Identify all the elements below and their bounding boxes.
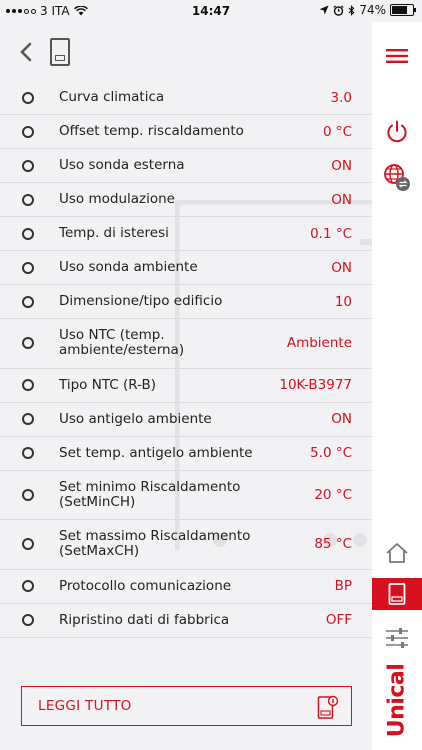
setting-label: Curva climatica (59, 89, 165, 105)
setting-label: Uso sonda esterna (59, 157, 185, 173)
radio-indicator[interactable] (22, 614, 34, 626)
chevron-left-icon (20, 42, 32, 62)
setting-row[interactable]: Set minimo Riscaldamento (SetMinCH) 20 °C (0, 471, 372, 520)
read-all-label: LEGGI TUTTO (38, 698, 132, 714)
setting-label: Temp. di isteresi (59, 225, 169, 241)
battery-icon (390, 4, 416, 16)
setting-row[interactable]: Protocollo comunicazione BP (0, 570, 372, 604)
setting-value: ON (331, 157, 352, 174)
setting-label: Uso antigelo ambiente (59, 410, 212, 427)
setting-row[interactable]: Dimensione/tipo edificio 10 (0, 285, 372, 319)
setting-value: 20 °C (314, 486, 352, 503)
setting-row[interactable]: Offset temp. riscaldamento 0 °C (0, 115, 372, 149)
setting-label: Set minimo Riscaldamento (SetMinCH) (59, 478, 241, 510)
main-panel: Curva climatica 3.0 Offset temp. riscaldam… (0, 22, 372, 750)
menu-button[interactable] (372, 44, 422, 68)
radio-indicator[interactable] (22, 413, 34, 425)
setting-row[interactable]: Uso sonda esterna ON (0, 149, 372, 183)
radio-indicator[interactable] (22, 488, 34, 501)
brand-logo: Unical (372, 660, 422, 740)
location-arrow-icon (319, 5, 329, 15)
status-bar: 3 ITA 14:47 74% (0, 0, 422, 22)
setting-row[interactable]: Tipo NTC (R-B) 10K-B3977 (0, 369, 372, 403)
radio-indicator[interactable] (22, 91, 34, 104)
setting-label: Uso sonda ambiente (59, 259, 198, 275)
radio-indicator[interactable] (22, 261, 34, 274)
back-button[interactable] (14, 38, 38, 66)
setting-value: 0 °C (322, 123, 352, 140)
sliders-icon (386, 628, 408, 648)
hamburger-menu-icon (386, 49, 408, 63)
brand-logo-text: Unical (384, 663, 410, 737)
battery-percent: 74% (359, 3, 386, 17)
setting-value: 10 (334, 293, 352, 310)
alarm-clock-icon (333, 4, 344, 16)
radio-indicator[interactable] (22, 538, 34, 551)
setting-label: Uso modulazione (59, 191, 175, 207)
setting-value: 3.0 (330, 89, 352, 106)
header (0, 22, 372, 82)
setting-label: Tipo NTC (R-B) (59, 376, 156, 393)
setting-value: Ambiente (286, 335, 352, 352)
setting-row[interactable]: Temp. di isteresi 0.1 °C (0, 217, 372, 251)
radio-indicator[interactable] (22, 159, 34, 172)
power-button[interactable] (372, 118, 422, 146)
settings-list: Curva climatica 3.0 Offset temp. riscaldam… (0, 81, 372, 638)
setting-label: Set temp. antigelo ambiente (59, 444, 253, 461)
setting-label: Ripristino dati di fabbrica (59, 611, 230, 628)
radio-indicator[interactable] (22, 337, 34, 350)
boiler-tab-button[interactable] (372, 578, 422, 610)
read-all-button[interactable]: LEGGI TUTTO (21, 686, 352, 726)
settings-sliders-button[interactable] (372, 626, 422, 650)
setting-label: Protocollo comunicazione (59, 577, 232, 594)
setting-label: Dimensione/tipo edificio (59, 293, 223, 309)
setting-row[interactable]: Uso antigelo ambiente ON (0, 403, 372, 437)
setting-label: Uso NTC (temp. ambiente/esterna) (59, 327, 185, 359)
remote-connection-button[interactable] (372, 161, 422, 195)
radio-indicator[interactable] (22, 580, 34, 592)
device-info-icon (317, 695, 339, 719)
setting-value: ON (331, 411, 352, 427)
radio-indicator[interactable] (22, 295, 34, 308)
home-icon (386, 543, 408, 563)
home-button[interactable] (372, 540, 422, 566)
setting-value: 0.1 °C (310, 225, 352, 242)
setting-row[interactable]: Set massimo Riscaldamento (SetMaxCH) 85 °… (0, 520, 372, 570)
power-icon (387, 120, 407, 143)
setting-value: 5.0 °C (310, 445, 352, 461)
radio-indicator[interactable] (22, 227, 34, 240)
setting-row[interactable]: Ripristino dati di fabbrica OFF (0, 604, 372, 638)
radio-indicator[interactable] (22, 193, 34, 206)
setting-value: BP (334, 578, 352, 594)
globe-sync-icon (384, 164, 410, 191)
boiler-icon (388, 583, 406, 605)
setting-label: Offset temp. riscaldamento (59, 123, 244, 139)
setting-value: ON (331, 191, 352, 208)
setting-row[interactable]: Uso modulazione ON (0, 183, 372, 217)
setting-label: Set massimo Riscaldamento (SetMaxCH) (59, 528, 251, 560)
setting-value: ON (331, 259, 352, 276)
setting-row[interactable]: Curva climatica 3.0 (0, 81, 372, 115)
status-right: 74% (319, 3, 416, 17)
setting-row[interactable]: Set temp. antigelo ambiente 5.0 °C (0, 437, 372, 471)
side-nav: Unical (372, 22, 422, 750)
setting-row[interactable]: Uso NTC (temp. ambiente/esterna) Ambiente (0, 319, 372, 369)
setting-value: 10K-B3977 (279, 377, 352, 393)
boiler-device-icon (50, 38, 70, 66)
radio-indicator[interactable] (22, 379, 34, 391)
setting-row[interactable]: Uso sonda ambiente ON (0, 251, 372, 285)
radio-indicator[interactable] (22, 125, 34, 138)
bluetooth-icon (348, 4, 355, 16)
radio-indicator[interactable] (22, 447, 34, 459)
setting-value: OFF (325, 612, 352, 628)
setting-value: 85 °C (314, 536, 352, 553)
